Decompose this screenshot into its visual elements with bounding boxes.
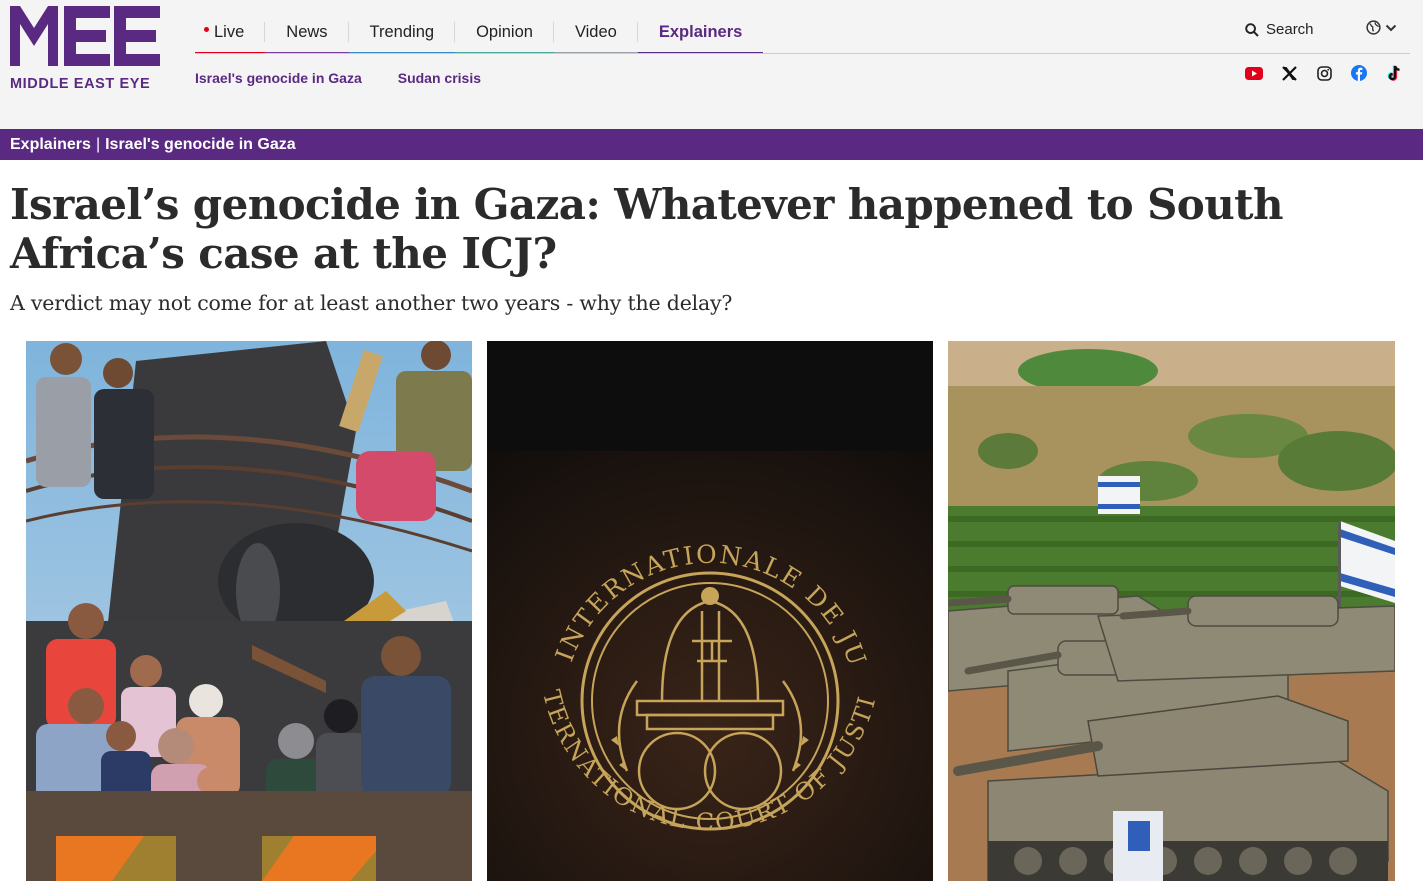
nav-item-trending[interactable]: Trending <box>348 10 456 54</box>
photo-displaced-family-truck <box>26 341 472 881</box>
breadcrumb: Explainers | Israel's genocide in Gaza <box>0 129 1423 160</box>
nav-item-news[interactable]: News <box>265 10 349 54</box>
nav-item-label: Trending <box>369 22 435 41</box>
mee-logo-mark <box>10 6 160 66</box>
nav-item-video[interactable]: Video <box>553 10 638 54</box>
nav-item-label: Opinion <box>476 22 533 41</box>
search-label: Search <box>1266 21 1314 38</box>
sub-nav-item-sudan[interactable]: Sudan crisis <box>398 70 481 86</box>
nav-divider <box>195 53 1410 54</box>
facebook-icon[interactable] <box>1350 64 1368 82</box>
nav-item-label: News <box>286 22 328 41</box>
search-button[interactable]: Search <box>1245 21 1314 38</box>
instagram-icon[interactable] <box>1315 64 1333 82</box>
chevron-down-icon <box>1385 24 1397 31</box>
globe-icon <box>1366 20 1381 35</box>
nav-item-opinion[interactable]: Opinion <box>455 10 554 54</box>
breadcrumb-topic[interactable]: Israel's genocide in Gaza <box>105 136 296 154</box>
social-links <box>1245 64 1403 82</box>
logo-wordmark: MIDDLE EAST EYE <box>10 76 151 92</box>
breadcrumb-section[interactable]: Explainers <box>10 136 91 154</box>
nav-item-live[interactable]: Live <box>195 10 266 54</box>
breadcrumb-separator: | <box>95 135 101 153</box>
site-logo[interactable]: MIDDLE EAST EYE <box>10 6 162 94</box>
x-icon[interactable] <box>1280 64 1298 82</box>
nav-item-label: Video <box>574 22 617 41</box>
search-icon <box>1245 22 1259 37</box>
tiktok-icon[interactable] <box>1385 64 1403 82</box>
article-headline: Israel’s genocide in Gaza: Whatever happ… <box>10 180 1283 278</box>
photo-israeli-tanks <box>948 341 1395 881</box>
nav-item-explainers[interactable]: Explainers <box>637 10 764 54</box>
article-subheadline: A verdict may not come for at least anot… <box>10 291 733 315</box>
language-selector[interactable] <box>1366 20 1397 35</box>
photo-icj-seal: COUR INTERNATIONALE DE JUSTICE INTERNATI… <box>487 341 933 881</box>
sub-nav-item-gaza[interactable]: Israel's genocide in Gaza <box>195 70 362 86</box>
sub-nav: Israel's genocide in Gaza Sudan crisis <box>195 70 481 86</box>
nav-item-label: Explainers <box>658 22 743 41</box>
nav-item-label: Live <box>214 22 245 41</box>
main-nav: Live News Trending Opinion Video Explainers <box>195 10 764 54</box>
youtube-icon[interactable] <box>1245 64 1263 82</box>
live-indicator-icon <box>204 26 209 32</box>
site-header: MIDDLE EAST EYE Live News Trending Opinion V… <box>0 0 1423 129</box>
